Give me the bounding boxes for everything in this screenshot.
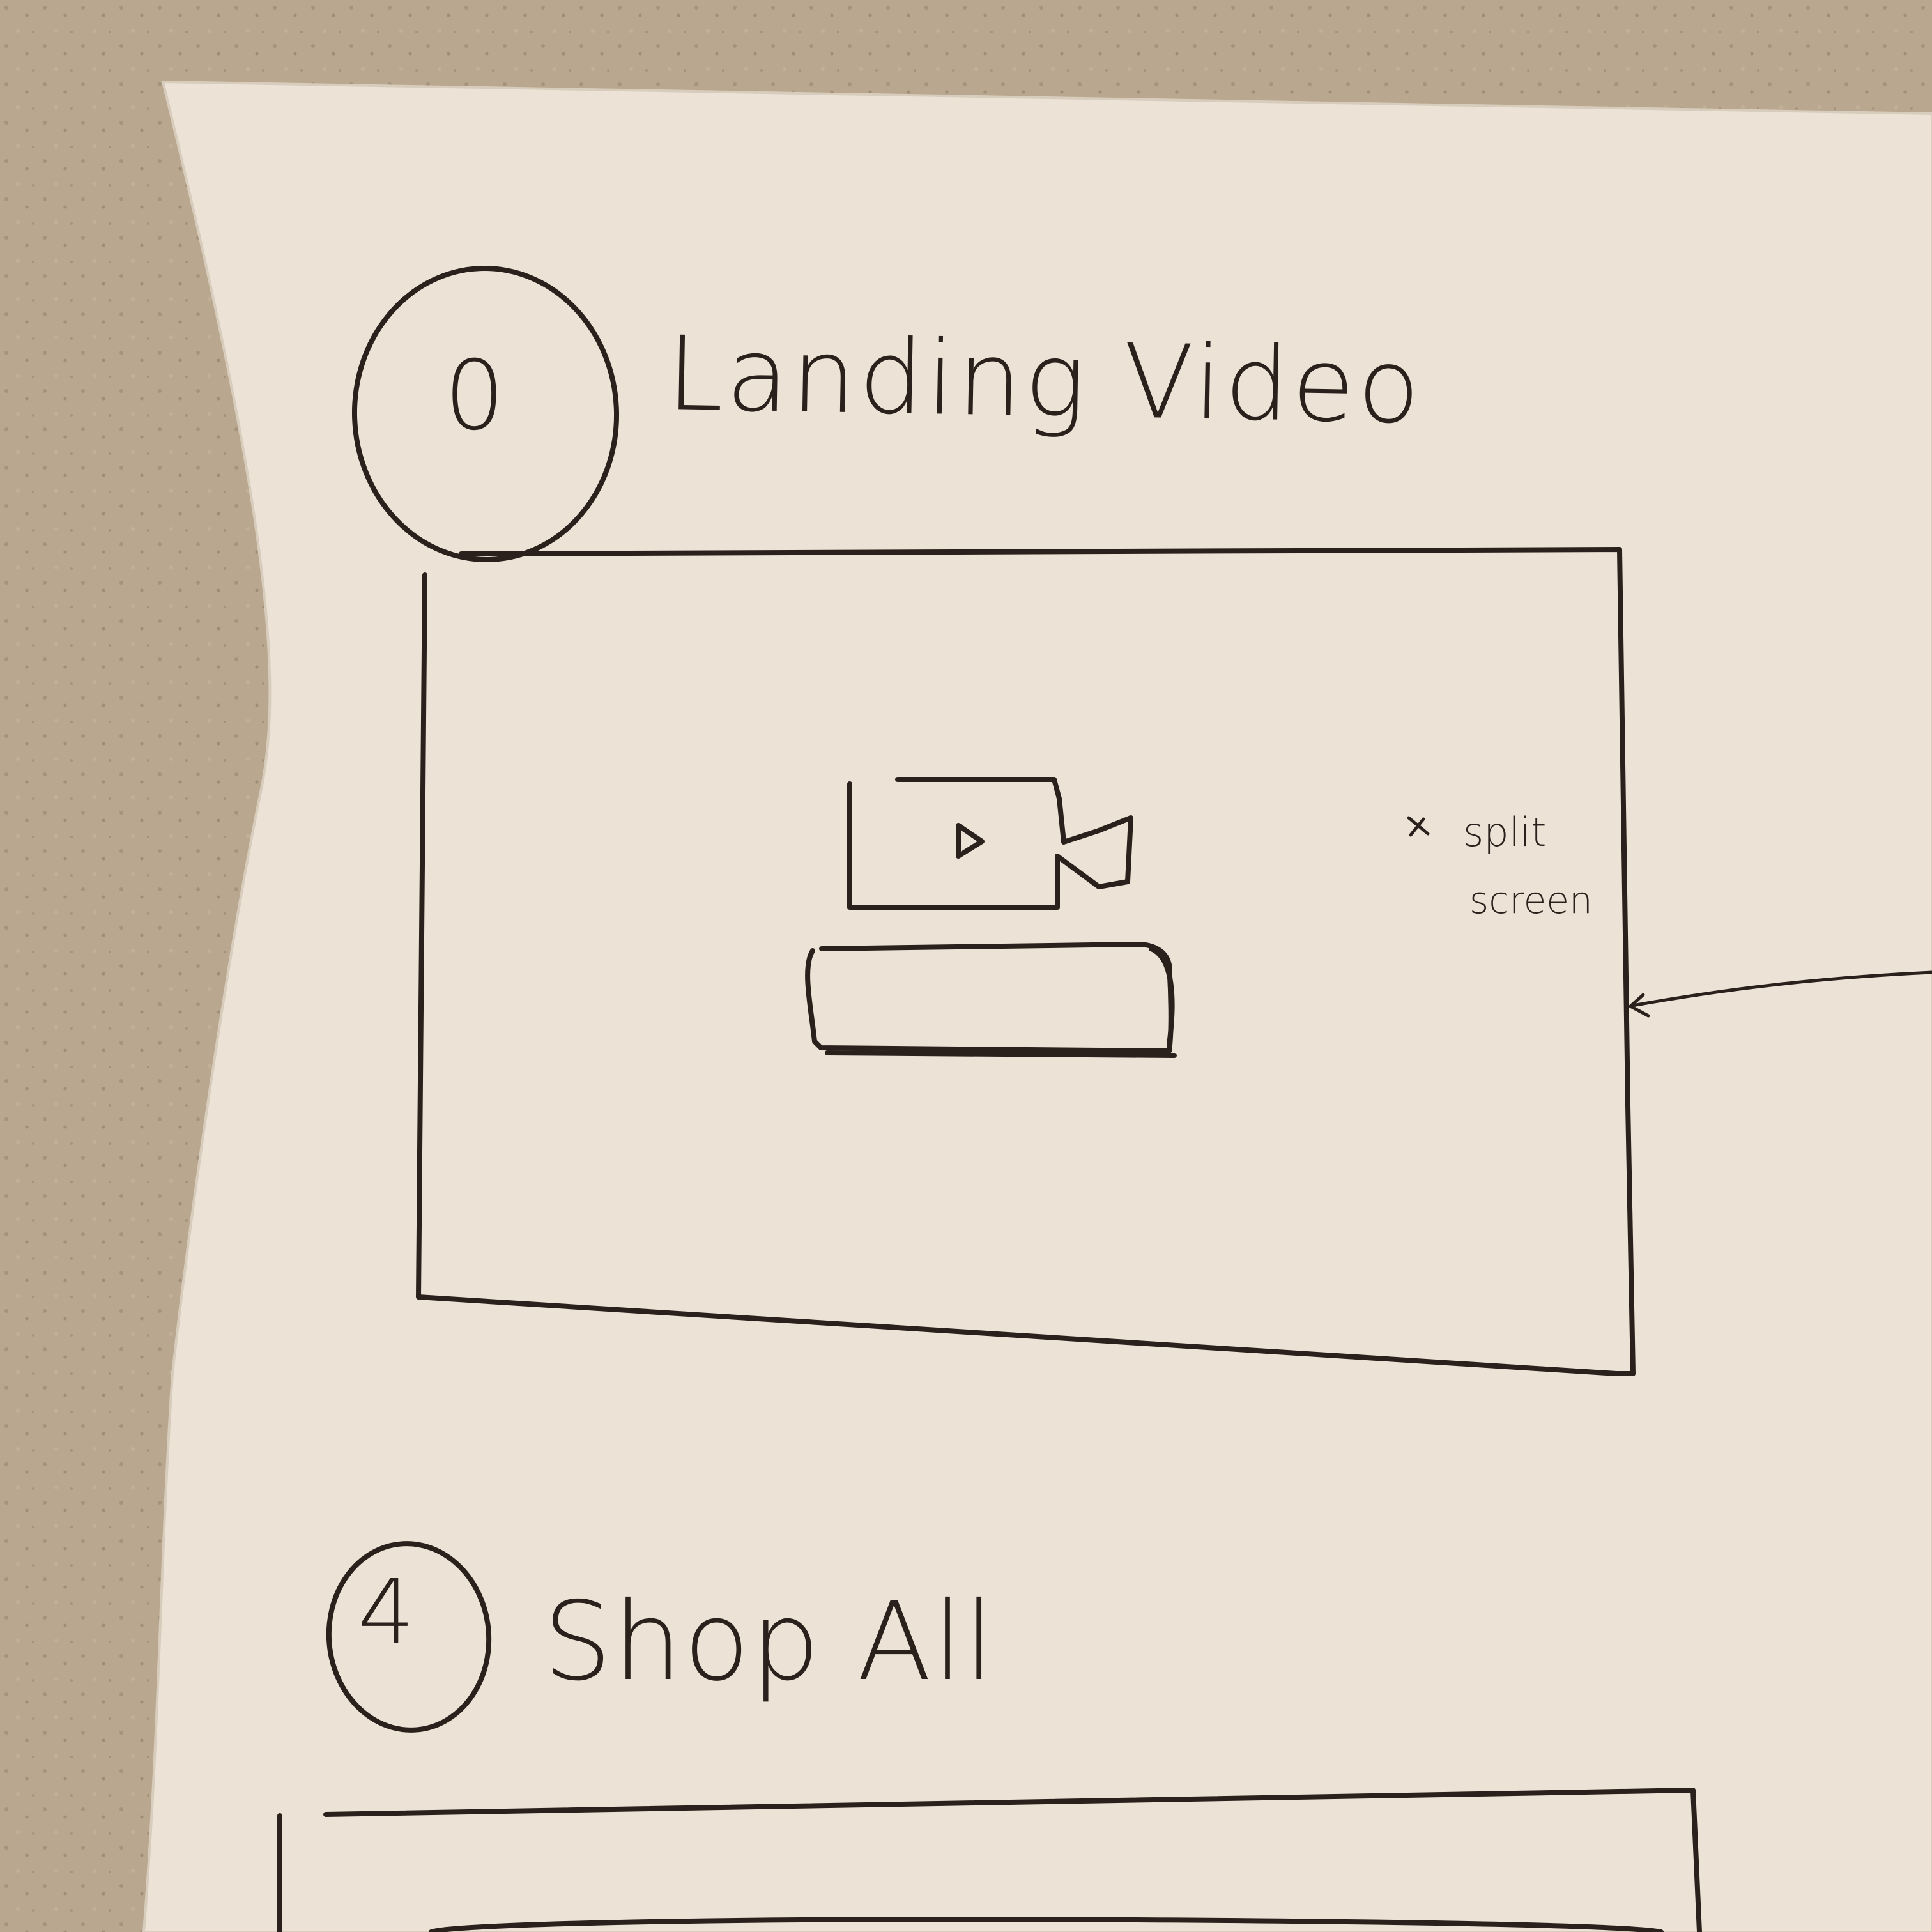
section-1-title: Landing Video <box>665 314 1424 447</box>
annotation-line-1: split <box>1463 809 1547 855</box>
photo-scene: 0 Landing Video split screen 4 Shop All <box>0 0 1932 1932</box>
annotation-line-2: screen <box>1469 878 1593 922</box>
section-2-number: 4 <box>358 1561 415 1665</box>
section-1-number: 0 <box>444 341 505 452</box>
button-shadow <box>825 1050 1177 1058</box>
section-2-title: Shop All <box>543 1579 996 1705</box>
